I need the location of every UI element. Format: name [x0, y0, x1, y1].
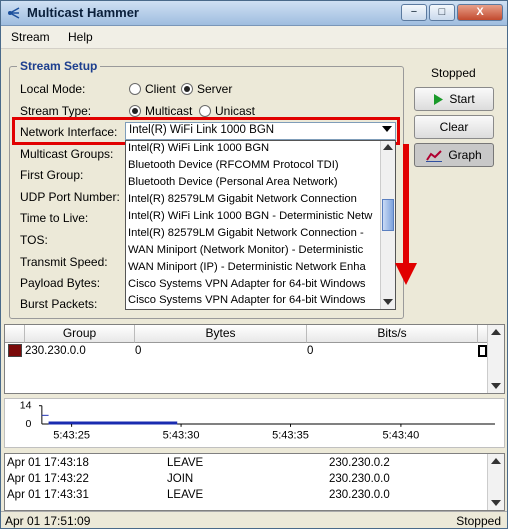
dropdown-item[interactable]: Intel(R) 82579LM Gigabit Network Connect…	[128, 193, 357, 205]
log-event: JOIN	[167, 473, 194, 485]
y-tick-label: 0	[26, 418, 32, 430]
log-time: Apr 01 17:43:22	[7, 473, 89, 485]
dropdown-item[interactable]: Bluetooth Device (Personal Area Network)	[128, 176, 338, 188]
clear-button[interactable]: Clear	[414, 115, 494, 139]
burst-packets-label: Burst Packets:	[20, 297, 98, 311]
chart-icon	[426, 150, 443, 162]
dropdown-scrollbar[interactable]	[380, 141, 395, 309]
scroll-up-icon[interactable]	[383, 144, 393, 150]
scroll-up-icon[interactable]	[491, 458, 501, 464]
client-label[interactable]: Client	[145, 82, 176, 96]
log-scrollbar[interactable]	[487, 454, 504, 510]
log-group: 230.230.0.0	[329, 473, 390, 485]
server-radio[interactable]	[181, 83, 193, 95]
graph-label: Graph	[448, 148, 482, 162]
dropdown-item[interactable]: Cisco Systems VPN Adapter for 64-bit Win…	[128, 278, 366, 290]
ttl-label: Time to Live:	[20, 211, 89, 225]
tos-label: TOS:	[20, 233, 48, 247]
table-scrollbar[interactable]	[487, 325, 504, 393]
app-icon	[8, 7, 20, 19]
start-button[interactable]: Start	[414, 87, 494, 111]
multicast-radio[interactable]	[129, 105, 141, 117]
client-radio[interactable]	[129, 83, 141, 95]
status-bar: Apr 01 17:51:09 Stopped	[1, 511, 507, 528]
menu-stream[interactable]: Stream	[11, 30, 50, 44]
x-tick-label: 5:43:30	[163, 429, 200, 441]
x-tick-label: 5:43:35	[272, 429, 309, 441]
log-group: 230.230.0.0	[329, 489, 390, 501]
minimize-button[interactable]: −	[401, 4, 427, 21]
window-title: Multicast Hammer	[27, 5, 139, 20]
dropdown-item[interactable]: Bluetooth Device (RFCOMM Protocol TDI)	[128, 159, 339, 171]
start-label: Start	[449, 92, 475, 106]
dropdown-item[interactable]: Intel(R) WiFi Link 1000 BGN	[128, 142, 269, 154]
close-button[interactable]: X	[457, 4, 503, 21]
table-cell-group: 230.230.0.0	[25, 345, 86, 357]
scroll-down-icon[interactable]	[491, 500, 501, 506]
dropdown-item[interactable]: Intel(R) 82579LM Gigabit Network Connect…	[128, 227, 364, 239]
log-time: Apr 01 17:43:18	[7, 457, 89, 469]
local-mode-label: Local Mode:	[20, 82, 86, 96]
table-header-swatch	[5, 325, 25, 343]
table-header-group[interactable]: Group	[25, 325, 135, 343]
run-status: Stopped	[431, 66, 476, 80]
app-window: Multicast Hammer − □ X Stream Help Strea…	[0, 0, 508, 529]
unicast-radio[interactable]	[199, 105, 211, 117]
payload-bytes-label: Payload Bytes:	[20, 276, 101, 290]
group-color-swatch[interactable]	[8, 344, 22, 357]
x-tick-label: 5:43:25	[53, 429, 90, 441]
row-marker	[478, 345, 487, 357]
annotation-arrow-head-icon	[395, 263, 417, 285]
multicast-groups-label: Multicast Groups:	[20, 147, 114, 161]
scroll-up-icon[interactable]	[491, 329, 501, 335]
log-event: LEAVE	[167, 457, 204, 469]
stream-setup-title: Stream Setup	[17, 59, 101, 73]
stream-type-label: Stream Type:	[20, 104, 92, 118]
multicast-label[interactable]: Multicast	[145, 104, 192, 118]
log-group: 230.230.0.2	[329, 457, 390, 469]
menu-bar: Stream Help	[1, 26, 507, 49]
status-time: Apr 01 17:51:09	[5, 514, 91, 528]
transmit-speed-label: Transmit Speed:	[20, 255, 108, 269]
table-header-bits[interactable]: Bits/s	[307, 325, 478, 343]
dropdown-item[interactable]: Intel(R) WiFi Link 1000 BGN - Determinis…	[128, 210, 372, 222]
y-tick-label: 14	[20, 400, 32, 412]
title-bar: Multicast Hammer − □ X	[1, 1, 507, 26]
dropdown-item[interactable]: WAN Miniport (Network Monitor) - Determi…	[128, 244, 363, 256]
dropdown-item[interactable]: Cisco Systems VPN Adapter for 64-bit Win…	[128, 294, 366, 306]
graph-button[interactable]: Graph	[414, 143, 494, 167]
log-time: Apr 01 17:43:31	[7, 489, 89, 501]
throughput-graph: 14 0 5:43:25 5:43:30 5:43:35 5:43:40	[4, 398, 505, 448]
log-event: LEAVE	[167, 489, 204, 501]
scroll-down-icon[interactable]	[383, 299, 393, 305]
scrollbar-thumb[interactable]	[382, 199, 394, 231]
unicast-label[interactable]: Unicast	[215, 104, 255, 118]
play-icon	[434, 94, 444, 106]
x-tick-label: 5:43:40	[382, 429, 419, 441]
menu-help[interactable]: Help	[68, 30, 93, 44]
status-state: Stopped	[456, 514, 501, 528]
dropdown-item[interactable]: WAN Miniport (IP) - Deterministic Networ…	[128, 261, 366, 273]
table-cell-bits: 0	[307, 345, 314, 357]
maximize-button[interactable]: □	[429, 4, 455, 21]
first-group-label: First Group:	[20, 168, 84, 182]
table-header-bytes[interactable]: Bytes	[135, 325, 307, 343]
udp-port-label: UDP Port Number:	[20, 190, 120, 204]
groups-table: Group Bytes Bits/s 230.230.0.0 0 0	[4, 324, 505, 394]
table-cell-bytes: 0	[135, 345, 142, 357]
event-log: Apr 01 17:43:18 LEAVE 230.230.0.2 Apr 01…	[4, 453, 505, 511]
annotation-arrow-shaft	[403, 144, 409, 266]
network-interface-dropdown: Intel(R) WiFi Link 1000 BGN Bluetooth De…	[125, 140, 396, 310]
server-label[interactable]: Server	[197, 82, 232, 96]
scroll-down-icon[interactable]	[491, 383, 501, 389]
